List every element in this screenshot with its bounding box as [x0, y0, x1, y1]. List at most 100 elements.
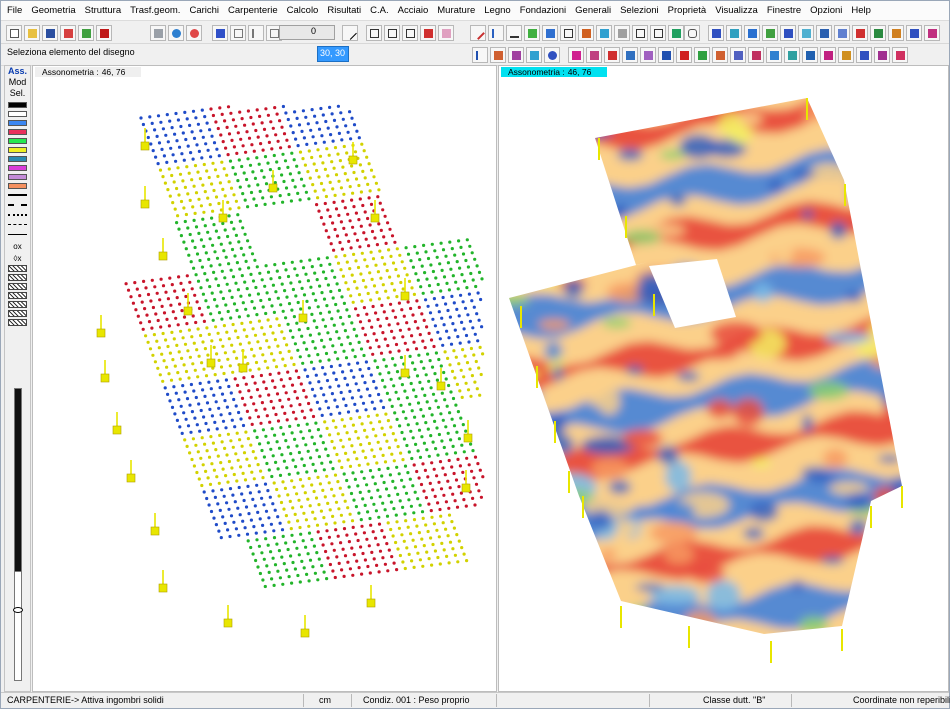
- menu-fondazioni[interactable]: Fondazioni: [520, 5, 566, 16]
- axes-yz-button[interactable]: [632, 25, 648, 41]
- filter-13-button[interactable]: [784, 47, 800, 63]
- frame-tool-button[interactable]: [578, 25, 594, 41]
- node-tool-button[interactable]: [542, 25, 558, 41]
- building-9-button[interactable]: [852, 25, 868, 41]
- filter-1-button[interactable]: [568, 47, 584, 63]
- menu-acciaio[interactable]: Acciaio: [398, 5, 429, 16]
- beam-tool-button[interactable]: [470, 25, 486, 41]
- color-swatch[interactable]: [8, 102, 27, 108]
- axes-z-button[interactable]: [650, 25, 666, 41]
- filter-6-button[interactable]: [658, 47, 674, 63]
- marker-x-icon[interactable]: x: [17, 254, 21, 263]
- release-tool-button[interactable]: [560, 25, 576, 41]
- building-13-button[interactable]: [924, 25, 940, 41]
- hatch-pattern-7[interactable]: [8, 319, 27, 326]
- building-4-button[interactable]: [762, 25, 778, 41]
- filter-16-button[interactable]: [838, 47, 854, 63]
- model-tool-button[interactable]: [60, 25, 76, 41]
- filter-10-button[interactable]: [730, 47, 746, 63]
- filter-18-button[interactable]: [874, 47, 890, 63]
- menu-proprieta[interactable]: Proprietà: [668, 5, 707, 16]
- line-style-thin[interactable]: [8, 231, 27, 239]
- support-tool-button[interactable]: [506, 25, 522, 41]
- building-8-button[interactable]: [834, 25, 850, 41]
- menu-file[interactable]: File: [7, 5, 22, 16]
- hatch-pattern-2[interactable]: [8, 274, 27, 281]
- hatch-pattern-6[interactable]: [8, 310, 27, 317]
- parallel-button[interactable]: [420, 25, 436, 41]
- building-7-button[interactable]: [816, 25, 832, 41]
- menu-ca[interactable]: C.A.: [370, 5, 388, 16]
- column-tool-button[interactable]: [488, 25, 504, 41]
- building-10-button[interactable]: [870, 25, 886, 41]
- axis-z-button[interactable]: [402, 25, 418, 41]
- select-node-button[interactable]: [544, 47, 560, 63]
- zoom-button[interactable]: [186, 25, 202, 41]
- menu-geometria[interactable]: Geometria: [31, 5, 75, 16]
- building-1-button[interactable]: [708, 25, 724, 41]
- menu-murature[interactable]: Murature: [437, 5, 475, 16]
- line-tool-button[interactable]: [342, 25, 358, 41]
- line-style-dashed[interactable]: [8, 201, 27, 209]
- filter-15-button[interactable]: [820, 47, 836, 63]
- filter-5-button[interactable]: [640, 47, 656, 63]
- menu-help[interactable]: Help: [851, 5, 871, 16]
- menu-opzioni[interactable]: Opzioni: [810, 5, 842, 16]
- select-frame-button[interactable]: [490, 47, 506, 63]
- filter-2-button[interactable]: [586, 47, 602, 63]
- hatch-pattern-5[interactable]: [8, 301, 27, 308]
- filter-7-button[interactable]: [676, 47, 692, 63]
- viewport-axonometric-contour[interactable]: Assonometria :46, 76: [498, 65, 949, 692]
- new-file-button[interactable]: [6, 25, 22, 41]
- building-11-button[interactable]: [888, 25, 904, 41]
- color-swatch[interactable]: [8, 174, 27, 180]
- wall-tool-button[interactable]: [614, 25, 630, 41]
- color-swatch[interactable]: [8, 120, 27, 126]
- filter-12-button[interactable]: [766, 47, 782, 63]
- building-2-button[interactable]: [726, 25, 742, 41]
- line-style-dash-thin[interactable]: [8, 221, 27, 229]
- hatch-pattern-3[interactable]: [8, 283, 27, 290]
- color-swatch[interactable]: [8, 156, 27, 162]
- building-12-button[interactable]: [906, 25, 922, 41]
- filter-4-button[interactable]: [622, 47, 638, 63]
- filter-8-button[interactable]: [694, 47, 710, 63]
- filter-9-button[interactable]: [712, 47, 728, 63]
- menu-finestre[interactable]: Finestre: [767, 5, 801, 16]
- color-swatch[interactable]: [8, 183, 27, 189]
- slab-tool-button[interactable]: [596, 25, 612, 41]
- building-5-button[interactable]: [780, 25, 796, 41]
- filter-19-button[interactable]: [892, 47, 908, 63]
- menu-selezioni[interactable]: Selezioni: [620, 5, 659, 16]
- color-swatch[interactable]: [8, 165, 27, 171]
- filter-3-button[interactable]: [604, 47, 620, 63]
- line-style-dotted[interactable]: [8, 211, 27, 219]
- menu-struttura[interactable]: Struttura: [85, 5, 121, 16]
- section-line-button[interactable]: [248, 25, 264, 41]
- brace-tool-button[interactable]: [524, 25, 540, 41]
- menu-generali[interactable]: Generali: [575, 5, 611, 16]
- mode-modifica[interactable]: Mod: [5, 77, 30, 88]
- filter-17-button[interactable]: [856, 47, 872, 63]
- rotate-view-button[interactable]: [168, 25, 184, 41]
- link-button[interactable]: [684, 25, 700, 41]
- building-6-button[interactable]: [798, 25, 814, 41]
- mode-selezione[interactable]: Sel.: [5, 88, 30, 99]
- color-swatch[interactable]: [8, 129, 27, 135]
- building-3-button[interactable]: [744, 25, 760, 41]
- axis-x-button[interactable]: [366, 25, 382, 41]
- coordinate-input[interactable]: 30, 30: [317, 46, 349, 62]
- menu-risultati[interactable]: Risultati: [327, 5, 361, 16]
- undo-button[interactable]: [150, 25, 166, 41]
- menu-legno[interactable]: Legno: [484, 5, 510, 16]
- color-swatch[interactable]: [8, 138, 27, 144]
- hatch-pattern-4[interactable]: [8, 292, 27, 299]
- select-member-button[interactable]: [508, 47, 524, 63]
- mode-assonometria[interactable]: Ass.: [5, 66, 30, 77]
- thickness-slider-thumb[interactable]: [13, 607, 23, 613]
- thickness-slider-range[interactable]: [14, 571, 22, 681]
- filter-14-button[interactable]: [802, 47, 818, 63]
- menu-carichi[interactable]: Carichi: [189, 5, 219, 16]
- menu-carpenterie[interactable]: Carpenterie: [228, 5, 278, 16]
- open-file-button[interactable]: [24, 25, 40, 41]
